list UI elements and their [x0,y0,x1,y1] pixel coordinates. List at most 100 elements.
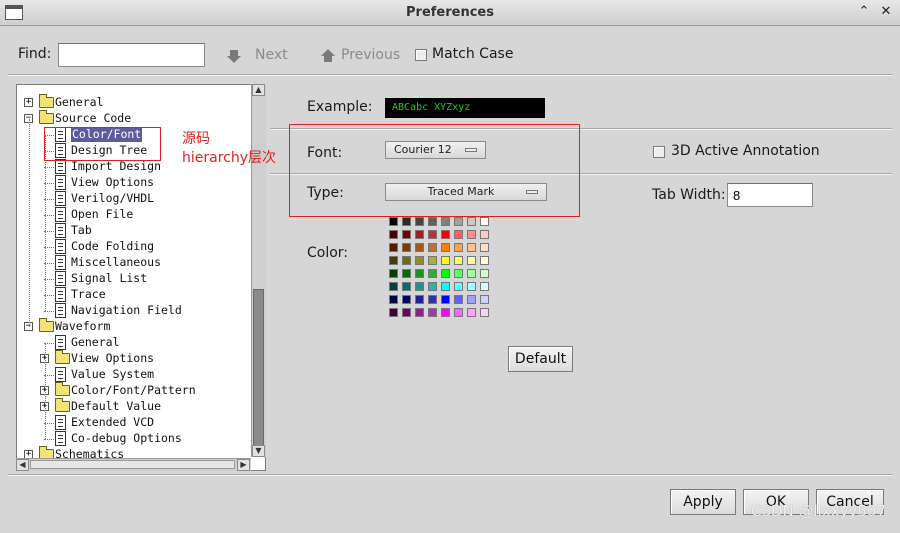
color-swatch[interactable] [415,256,424,265]
previous-button[interactable]: Previous [341,47,400,63]
color-swatch[interactable] [415,308,424,317]
color-swatch[interactable] [454,269,463,278]
tab-width-input[interactable] [727,183,813,207]
color-swatch[interactable] [441,243,450,252]
color-swatch[interactable] [480,230,489,239]
color-swatch[interactable] [467,230,476,239]
match-case-checkbox[interactable] [415,49,427,61]
tree-item[interactable]: Extended VCD [17,415,252,431]
color-swatch[interactable] [389,217,398,226]
previous-arrow-icon[interactable] [320,48,336,64]
next-arrow-icon[interactable] [226,48,242,64]
color-swatch[interactable] [441,282,450,291]
color-swatch[interactable] [428,308,437,317]
tree-item[interactable]: General [17,335,252,351]
color-swatch[interactable] [389,308,398,317]
color-swatch[interactable] [428,230,437,239]
tree-item[interactable]: Miscellaneous [17,255,252,271]
color-swatch[interactable] [441,256,450,265]
scroll-up-icon[interactable]: ▲ [252,84,265,96]
color-swatch[interactable] [389,282,398,291]
tree-item[interactable]: − Source Code [17,110,252,127]
color-swatch[interactable] [441,295,450,304]
tree-item[interactable]: Co-debug Options [17,431,252,447]
color-swatch[interactable] [402,230,411,239]
color-swatch[interactable] [480,282,489,291]
tree-item[interactable]: Code Folding [17,239,252,255]
color-swatch[interactable] [441,308,450,317]
tree-item[interactable]: Trace [17,287,252,303]
color-swatch[interactable] [467,217,476,226]
color-swatch[interactable] [428,217,437,226]
color-swatch[interactable] [467,269,476,278]
tree-hscroll-thumb[interactable] [30,460,235,469]
tree-item[interactable]: + Default Value [17,398,252,415]
apply-button[interactable]: Apply [670,489,736,515]
color-swatch[interactable] [480,217,489,226]
tree-item[interactable]: + General [17,94,252,111]
find-input[interactable] [58,43,205,67]
color-swatch[interactable] [454,243,463,252]
color-swatch[interactable] [454,217,463,226]
color-swatch[interactable] [389,269,398,278]
color-swatch[interactable] [467,308,476,317]
color-swatch[interactable] [467,243,476,252]
color-swatch[interactable] [467,295,476,304]
color-swatch[interactable] [402,256,411,265]
color-swatch[interactable] [402,243,411,252]
tree-item[interactable]: Navigation Field [17,303,252,319]
color-swatch[interactable] [467,282,476,291]
color-swatch[interactable] [441,230,450,239]
color-swatch[interactable] [389,243,398,252]
match-case-label[interactable]: Match Case [432,46,513,62]
next-button[interactable]: Next [255,47,288,63]
scroll-right-icon[interactable]: ▶ [237,459,250,471]
expand-icon[interactable]: + [24,98,33,107]
tree-item[interactable]: Value System [17,367,252,383]
color-swatch[interactable] [480,256,489,265]
scroll-down-icon[interactable]: ▼ [252,445,265,457]
color-swatch[interactable] [454,308,463,317]
color-swatch[interactable] [415,282,424,291]
color-swatch[interactable] [415,295,424,304]
tree-item[interactable]: Open File [17,207,252,223]
color-swatch[interactable] [428,282,437,291]
color-swatch[interactable] [402,308,411,317]
color-swatch[interactable] [402,217,411,226]
active-annotation-checkbox[interactable] [653,146,665,158]
active-annotation-label[interactable]: 3D Active Annotation [671,143,820,159]
color-swatch[interactable] [389,295,398,304]
color-swatch[interactable] [467,256,476,265]
minimize-icon[interactable]: ⌃ [856,4,872,20]
color-swatch[interactable] [480,243,489,252]
color-swatch[interactable] [402,282,411,291]
color-swatch[interactable] [428,269,437,278]
color-swatch[interactable] [480,295,489,304]
color-swatch[interactable] [480,308,489,317]
default-button[interactable]: Default [508,346,573,372]
color-swatch[interactable] [389,230,398,239]
color-swatch[interactable] [415,269,424,278]
color-swatch[interactable] [428,243,437,252]
tree-item[interactable]: Verilog/VHDL [17,191,252,207]
tree-item[interactable]: Signal List [17,271,252,287]
color-swatch[interactable] [441,217,450,226]
color-swatch[interactable] [454,256,463,265]
tree-item[interactable]: View Options [17,175,252,191]
color-swatch[interactable] [402,269,411,278]
color-swatch[interactable] [389,256,398,265]
color-swatch[interactable] [454,230,463,239]
tree-scroll-thumb[interactable] [253,289,264,454]
tree-item[interactable]: + View Options [17,350,252,367]
color-swatch[interactable] [428,295,437,304]
color-swatch[interactable] [428,256,437,265]
tree-item[interactable]: + Color/Font/Pattern [17,382,252,399]
color-swatch[interactable] [415,230,424,239]
color-swatch[interactable] [441,269,450,278]
close-icon[interactable]: ✕ [878,4,894,20]
color-swatch[interactable] [415,243,424,252]
color-swatch[interactable] [454,282,463,291]
scroll-left-icon[interactable]: ◀ [16,459,29,471]
color-swatch[interactable] [454,295,463,304]
color-swatch[interactable] [480,269,489,278]
